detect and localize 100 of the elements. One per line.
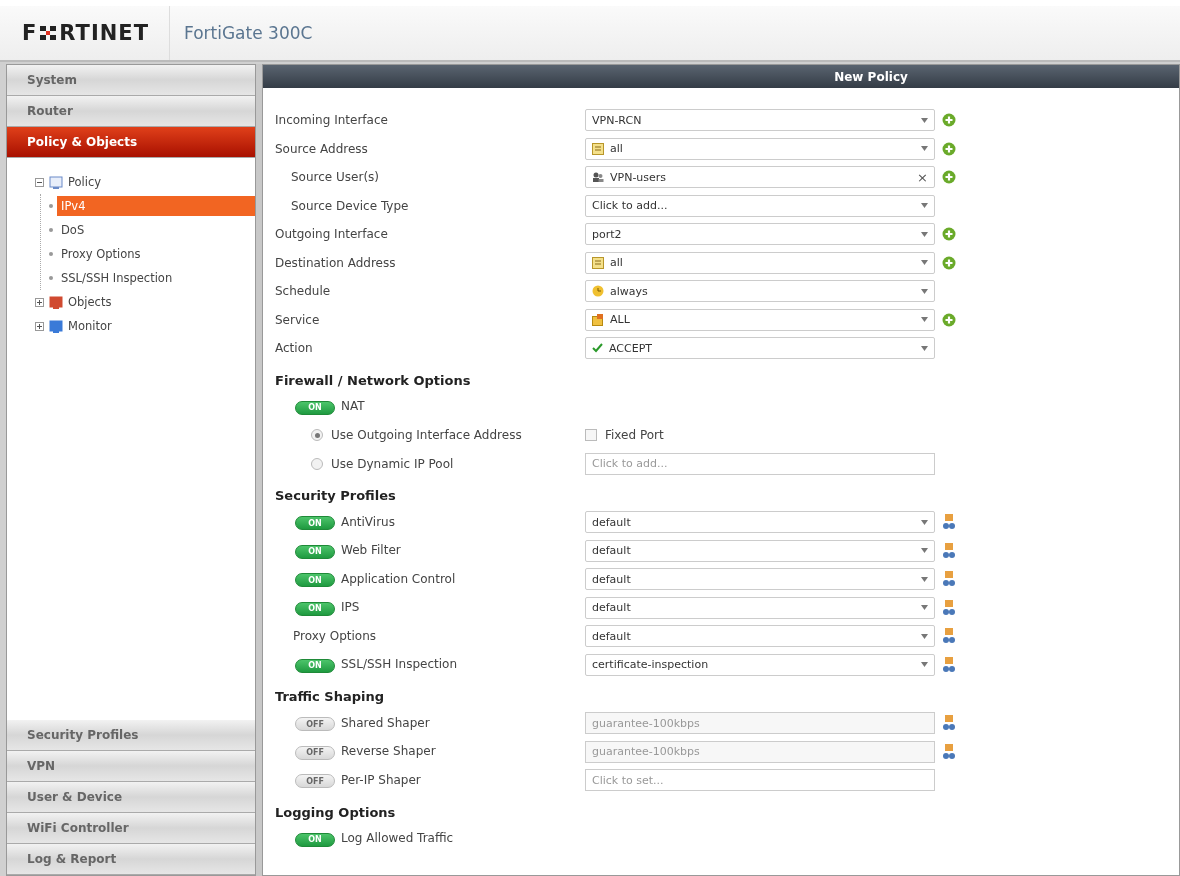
- logo-mark-icon: [39, 25, 58, 41]
- edit-profile-icon[interactable]: [942, 571, 956, 588]
- check-icon: [592, 343, 603, 354]
- nav-section[interactable]: Policy & Objects: [7, 127, 255, 158]
- option-label: AntiVirus: [341, 514, 395, 529]
- tag-field[interactable]: VPN-users ×: [585, 166, 935, 189]
- clear-button[interactable]: ×: [917, 169, 928, 185]
- tree-item[interactable]: Monitor: [68, 319, 112, 333]
- input-field[interactable]: Click to set...: [585, 769, 935, 792]
- collapse-icon[interactable]: [35, 177, 44, 187]
- select-field[interactable]: Click to add...: [585, 194, 935, 217]
- policy-icon: [49, 175, 63, 189]
- tree-item[interactable]: Objects: [68, 295, 112, 309]
- add-icon[interactable]: [942, 170, 956, 185]
- add-icon[interactable]: [942, 227, 956, 242]
- checkbox[interactable]: [585, 429, 597, 442]
- tree-item[interactable]: DoS: [57, 220, 255, 240]
- expand-icon[interactable]: [35, 321, 44, 331]
- input-field[interactable]: Click to add...: [585, 452, 935, 475]
- select-field[interactable]: VPN-RCN: [585, 109, 935, 132]
- address-icon: [592, 142, 604, 155]
- tree-item[interactable]: Policy: [68, 175, 102, 189]
- select-field[interactable]: ALL: [585, 308, 935, 331]
- option-label: SSL/SSH Inspection: [341, 657, 457, 671]
- add-icon[interactable]: [942, 113, 956, 128]
- nav-section[interactable]: Router: [7, 96, 255, 127]
- select-field[interactable]: default: [585, 511, 935, 534]
- select-field[interactable]: default: [585, 596, 935, 619]
- edit-profile-icon[interactable]: [942, 599, 956, 616]
- toggle-switch[interactable]: OFF: [295, 774, 335, 788]
- edit-profile-icon[interactable]: [942, 715, 956, 732]
- add-icon[interactable]: [942, 312, 956, 327]
- expand-icon[interactable]: [35, 297, 44, 307]
- nav-section[interactable]: Security Profiles: [7, 720, 255, 751]
- panel-title: New Policy: [263, 65, 1179, 88]
- section-heading: Logging Options: [275, 803, 397, 822]
- select-field[interactable]: certificate-inspection: [585, 653, 935, 676]
- radio-button[interactable]: [311, 429, 323, 442]
- option-label: Application Control: [341, 571, 456, 586]
- option-label: Proxy Options: [293, 629, 376, 644]
- dropdown-caret-icon: [921, 260, 928, 266]
- logo-text: F: [22, 21, 38, 45]
- select-field[interactable]: default: [585, 539, 935, 562]
- dropdown-caret-icon: [921, 317, 928, 323]
- dropdown-caret-icon: [921, 288, 928, 294]
- dropdown-caret-icon: [921, 605, 928, 611]
- dropdown-caret-icon: [921, 146, 928, 152]
- nav-section[interactable]: User & Device: [7, 782, 255, 813]
- radio-button[interactable]: [311, 457, 323, 470]
- add-icon[interactable]: [942, 255, 956, 270]
- nav-section[interactable]: System: [7, 65, 255, 96]
- bullet-icon: [49, 252, 53, 256]
- option-label: Log Allowed Traffic: [341, 831, 454, 845]
- select-field[interactable]: default: [585, 625, 935, 648]
- select-field[interactable]: all: [585, 251, 935, 274]
- option-label: Use Outgoing Interface Address: [331, 428, 522, 443]
- option-label: Per-IP Shaper: [341, 772, 421, 787]
- user-group-icon: [592, 171, 604, 184]
- section-heading: Traffic Shaping: [275, 688, 386, 706]
- nav-section[interactable]: Log & Report: [7, 844, 255, 875]
- field-label: Service: [275, 312, 321, 327]
- monitor-icon: [49, 319, 63, 333]
- select-field[interactable]: port2: [585, 223, 935, 246]
- field-label: Incoming Interface: [275, 113, 389, 128]
- service-icon: [592, 313, 604, 326]
- option-label: Web Filter: [341, 543, 401, 557]
- dropdown-caret-icon: [921, 662, 928, 668]
- option-label: Fixed Port: [605, 428, 664, 443]
- edit-profile-icon[interactable]: [942, 542, 956, 559]
- nav-section[interactable]: WiFi Controller: [7, 813, 255, 844]
- toggle-switch[interactable]: OFF: [295, 717, 335, 731]
- edit-profile-icon[interactable]: [942, 628, 956, 645]
- field-label: Schedule: [275, 284, 332, 299]
- nav-section[interactable]: VPN: [7, 751, 255, 782]
- select-field[interactable]: all: [585, 137, 935, 160]
- select-field[interactable]: always: [585, 280, 935, 303]
- address-icon: [592, 256, 604, 269]
- field-label: Source Address: [275, 141, 369, 156]
- edit-profile-icon[interactable]: [942, 656, 956, 673]
- dropdown-caret-icon: [921, 117, 928, 123]
- dropdown-caret-icon: [921, 519, 928, 525]
- select-field[interactable]: default: [585, 568, 935, 591]
- dropdown-caret-icon: [921, 548, 928, 554]
- edit-profile-icon[interactable]: [942, 743, 956, 760]
- option-label: Shared Shaper: [341, 715, 430, 730]
- section-heading: Security Profiles: [275, 487, 397, 505]
- add-icon[interactable]: [942, 141, 956, 156]
- edit-profile-icon[interactable]: [942, 514, 956, 531]
- select-field[interactable]: ACCEPT: [585, 337, 935, 360]
- dropdown-caret-icon: [921, 576, 928, 582]
- toggle-switch[interactable]: OFF: [295, 745, 335, 760]
- tree-item[interactable]: Proxy Options: [57, 244, 255, 264]
- field-label: Outgoing Interface: [275, 227, 389, 242]
- bullet-icon: [49, 204, 53, 208]
- option-label: IPS: [341, 600, 360, 614]
- field-label: Source Device Type: [290, 198, 410, 213]
- tree-item[interactable]: SSL/SSH Inspection: [57, 268, 255, 288]
- objects-icon: [49, 295, 63, 309]
- field-label: Action: [275, 341, 314, 356]
- dropdown-caret-icon: [921, 203, 928, 209]
